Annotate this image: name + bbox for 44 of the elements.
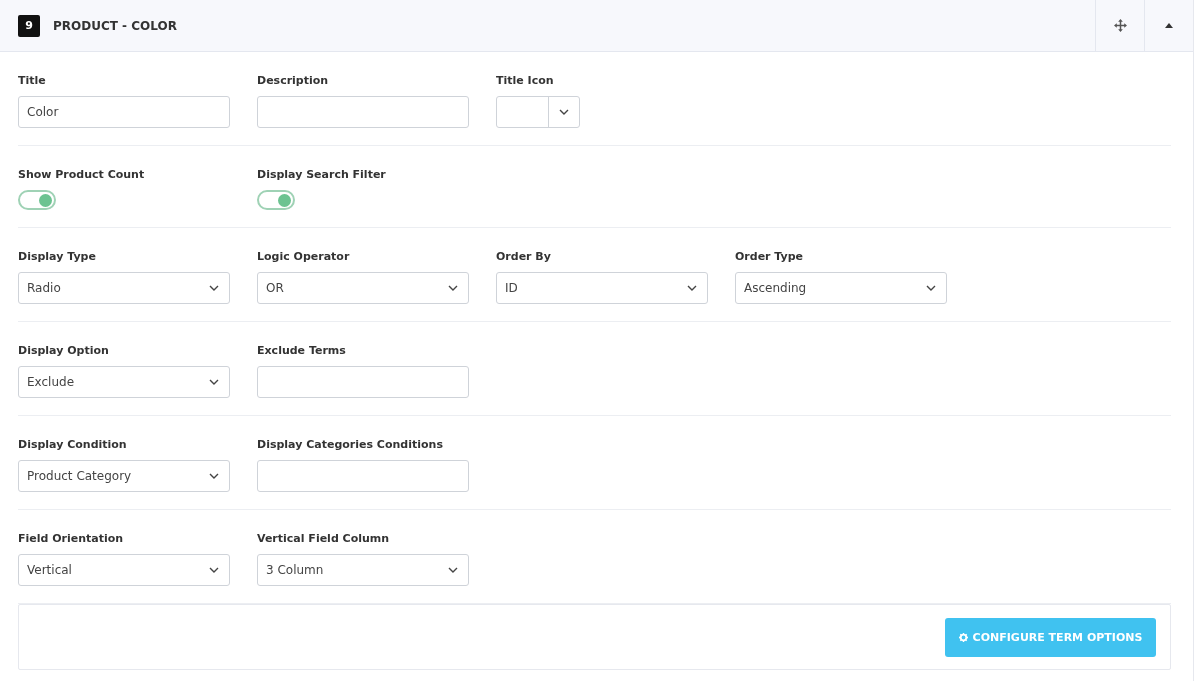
text-field[interactable] — [257, 460, 469, 492]
chevron-down-icon — [687, 285, 697, 291]
icon-select-dropdown[interactable] — [496, 96, 580, 128]
field-label: Title — [18, 74, 47, 88]
select-dropdown[interactable]: OR — [257, 272, 469, 304]
chevron-down-icon — [448, 285, 458, 291]
field-label: Display Condition — [18, 438, 128, 452]
select-dropdown[interactable]: 3 Column — [257, 554, 469, 586]
chevron-down-icon — [209, 285, 219, 291]
field-label: Order Type — [735, 250, 805, 264]
caret-up-icon[interactable] — [1165, 23, 1173, 28]
chevron-down-icon — [209, 473, 219, 479]
toggle-switch[interactable] — [257, 190, 295, 210]
field-label: Exclude Terms — [257, 344, 347, 358]
move-icon[interactable] — [1113, 19, 1127, 32]
field-label: Logic Operator — [257, 250, 351, 264]
panel-title: PRODUCT - COLOR — [53, 18, 177, 33]
chevron-down-icon — [559, 109, 569, 115]
field-label: Display Option — [18, 344, 110, 358]
select-dropdown[interactable]: Radio — [18, 272, 230, 304]
number-badge: 9 — [18, 14, 40, 37]
select-dropdown[interactable]: Vertical — [18, 554, 230, 586]
chevron-down-icon — [209, 379, 219, 385]
field-label: Display Categories Conditions — [257, 438, 444, 452]
text-field[interactable] — [257, 96, 469, 128]
select-dropdown[interactable]: Ascending — [735, 272, 947, 304]
field-label: Display Search Filter — [257, 168, 387, 182]
field-label: Description — [257, 74, 330, 88]
gear-icon — [958, 632, 968, 642]
chevron-down-icon — [926, 285, 936, 291]
field-label: Display Type — [18, 250, 97, 264]
select-dropdown[interactable]: Product Category — [18, 460, 230, 492]
toggle-switch[interactable] — [18, 190, 56, 210]
field-label: Show Product Count — [18, 168, 146, 182]
text-field[interactable]: Color — [18, 96, 230, 128]
select-dropdown[interactable]: Exclude — [18, 366, 230, 398]
field-label: Vertical Field Column — [257, 532, 391, 546]
field-label: Order By — [496, 250, 552, 264]
chevron-down-icon — [209, 567, 219, 573]
text-field[interactable] — [257, 366, 469, 398]
select-dropdown[interactable]: ID — [496, 272, 708, 304]
chevron-down-icon — [448, 567, 458, 573]
field-label: Title Icon — [496, 74, 555, 88]
field-label: Field Orientation — [18, 532, 125, 546]
